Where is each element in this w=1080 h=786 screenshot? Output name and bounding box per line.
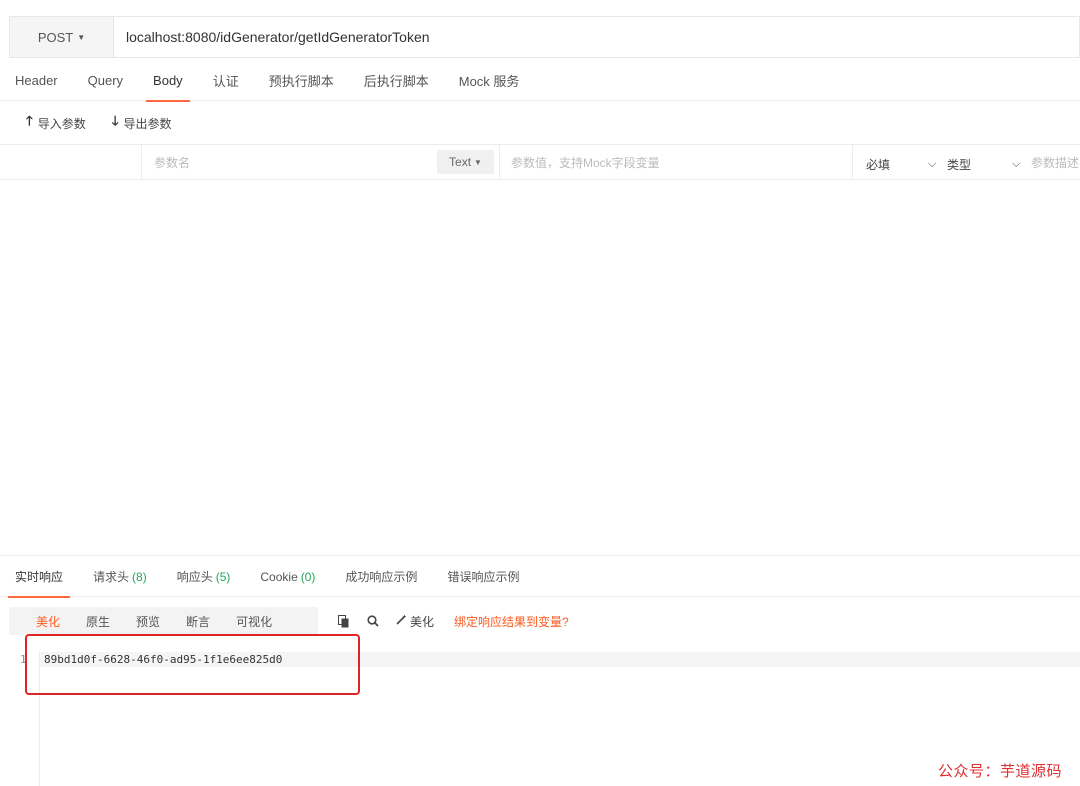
param-required-select[interactable]: 必填 (866, 147, 926, 182)
tab-response-headers-label: 响应头 (176, 570, 213, 584)
param-type-value: Text (449, 155, 472, 169)
param-value-input[interactable]: 参数值，支持Mock字段变量 (499, 145, 853, 180)
param-row-handle (0, 145, 142, 180)
tab-auth[interactable]: 认证 (198, 60, 254, 101)
search-icon[interactable] (367, 615, 379, 627)
tab-success-example-label: 成功响应示例 (345, 570, 418, 584)
view-assert-button[interactable]: 断言 (173, 607, 223, 635)
bind-response-link[interactable]: 绑定响应结果到变量? (454, 613, 569, 630)
tab-error-example[interactable]: 错误响应示例 (432, 556, 534, 597)
tab-live-response[interactable]: 实时响应 (0, 556, 78, 598)
request-tabs: Header Query Body 认证 预执行脚本 后执行脚本 Mock 服务 (0, 60, 1080, 102)
chevron-down-icon[interactable]: ⌵ (1012, 147, 1028, 182)
import-params-button[interactable]: 🡑 导入参数 (26, 112, 86, 134)
view-mode-bar: 美化 原生 预览 断言 可视化 (9, 607, 318, 635)
cookie-count: (0) (300, 569, 316, 584)
tab-error-example-label: 错误响应示例 (447, 570, 520, 584)
export-params-button[interactable]: 🡓 导出参数 (112, 112, 172, 134)
tab-request-headers-label: 请求头 (93, 570, 130, 584)
arrow-up-icon: 🡑 (26, 113, 33, 128)
view-raw-button[interactable]: 原生 (73, 607, 123, 635)
tab-live-response-label: 实时响应 (15, 570, 64, 584)
response-tabs: 实时响应 请求头 (8) 响应头 (5) Cookie (0) 成功响应示例 错… (0, 555, 1080, 598)
method-label: POST (37, 29, 74, 45)
param-row: 参数名 Text ▼ 参数值，支持Mock字段变量 必填 ⌵ 类型 ⌵ 参数描述 (0, 145, 1080, 180)
highlight-box (25, 634, 360, 695)
caret-down-icon: ▼ (77, 32, 86, 42)
chevron-down-icon[interactable]: ⌵ (928, 147, 944, 182)
tab-success-example[interactable]: 成功响应示例 (330, 556, 432, 597)
copy-icon[interactable] (338, 614, 350, 628)
url-bar: POST ▼ localhost:8080/idGenerator/getIdG… (9, 16, 1080, 58)
param-type-select[interactable]: Text ▼ (437, 150, 494, 174)
param-name-input[interactable]: 参数名 (143, 145, 433, 180)
caret-down-icon: ▼ (474, 157, 482, 167)
beautify-label: 美化 (410, 614, 435, 629)
request-headers-count: (8) (132, 569, 147, 584)
response-headers-count: (5) (215, 569, 231, 584)
arrow-down-icon: 🡓 (111, 113, 119, 128)
import-params-label: 导入参数 (37, 116, 86, 131)
tab-post-script[interactable]: 后执行脚本 (349, 60, 444, 101)
export-params-label: 导出参数 (123, 116, 172, 131)
param-desc-input[interactable]: 参数描述 (1031, 145, 1080, 180)
method-select[interactable]: POST ▼ (10, 17, 114, 57)
import-export-toolbar: 🡑 导入参数 🡓 导出参数 (0, 102, 1080, 145)
tab-cookie-label: Cookie (260, 569, 298, 584)
tab-pre-script[interactable]: 预执行脚本 (254, 60, 349, 101)
beautify-button[interactable]: 美化 (396, 613, 434, 630)
tab-cookie[interactable]: Cookie (0) (245, 556, 330, 597)
view-preview-button[interactable]: 预览 (123, 607, 173, 635)
tab-mock-service[interactable]: Mock 服务 (444, 60, 535, 101)
magic-wand-icon (396, 614, 407, 628)
view-visualize-button[interactable]: 可视化 (223, 607, 285, 635)
param-kind-select[interactable]: 类型 (947, 147, 1007, 182)
tab-response-headers[interactable]: 响应头 (5) (162, 556, 246, 597)
watermark: 公众号：芋道源码 (938, 762, 1063, 780)
tab-header[interactable]: Header (0, 60, 73, 101)
view-pretty-button[interactable]: 美化 (23, 607, 73, 635)
response-tools: 美化 绑定响应结果到变量? (338, 607, 569, 635)
url-input[interactable]: localhost:8080/idGenerator/getIdGenerato… (114, 17, 1079, 57)
tab-body[interactable]: Body (138, 60, 198, 102)
tab-query[interactable]: Query (73, 60, 138, 101)
tab-request-headers[interactable]: 请求头 (8) (78, 556, 162, 597)
